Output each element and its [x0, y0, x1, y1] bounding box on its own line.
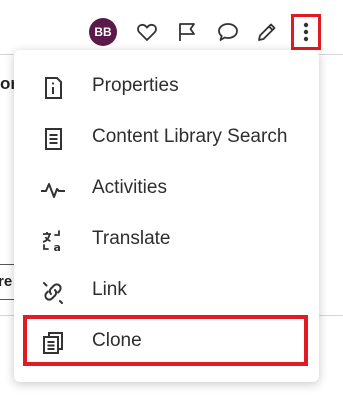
menu-item-label: Link	[92, 279, 127, 300]
avatar: BB	[89, 18, 117, 46]
menu-item-label: Translate	[92, 228, 171, 249]
menu-item-label: Content Library Search	[92, 126, 288, 147]
link-icon	[43, 282, 63, 304]
more-vertical-icon	[303, 22, 309, 42]
comment-button[interactable]	[213, 14, 243, 50]
item-toolbar: BB	[0, 14, 343, 50]
user-avatar-button[interactable]: BB	[86, 14, 120, 50]
pencil-icon	[258, 23, 276, 41]
flag-icon	[179, 23, 195, 41]
flag-button[interactable]	[172, 14, 202, 50]
menu-item-link[interactable]: Link	[14, 266, 319, 316]
svg-text:a: a	[54, 241, 61, 254]
edit-button[interactable]	[252, 14, 282, 50]
heart-icon	[137, 23, 157, 41]
menu-item-translate[interactable]: a Translate	[14, 215, 319, 265]
menu-item-content-library-search[interactable]: Content Library Search	[14, 113, 319, 163]
like-button[interactable]	[132, 14, 162, 50]
page-field-text: re	[0, 273, 13, 290]
translate-icon: a	[42, 230, 61, 254]
activity-pulse-icon	[41, 183, 65, 198]
menu-item-properties[interactable]: Properties	[14, 62, 319, 112]
more-actions-menu: Properties Content Library Search Activi…	[14, 50, 319, 382]
menu-item-label: Activities	[92, 177, 167, 198]
info-icon	[45, 77, 62, 99]
comment-icon	[218, 23, 238, 41]
document-list-icon	[45, 128, 62, 150]
clone-highlight-box	[23, 315, 308, 366]
menu-item-activities[interactable]: Activities	[14, 164, 319, 214]
more-actions-button[interactable]	[291, 14, 321, 50]
menu-item-label: Properties	[92, 75, 179, 96]
